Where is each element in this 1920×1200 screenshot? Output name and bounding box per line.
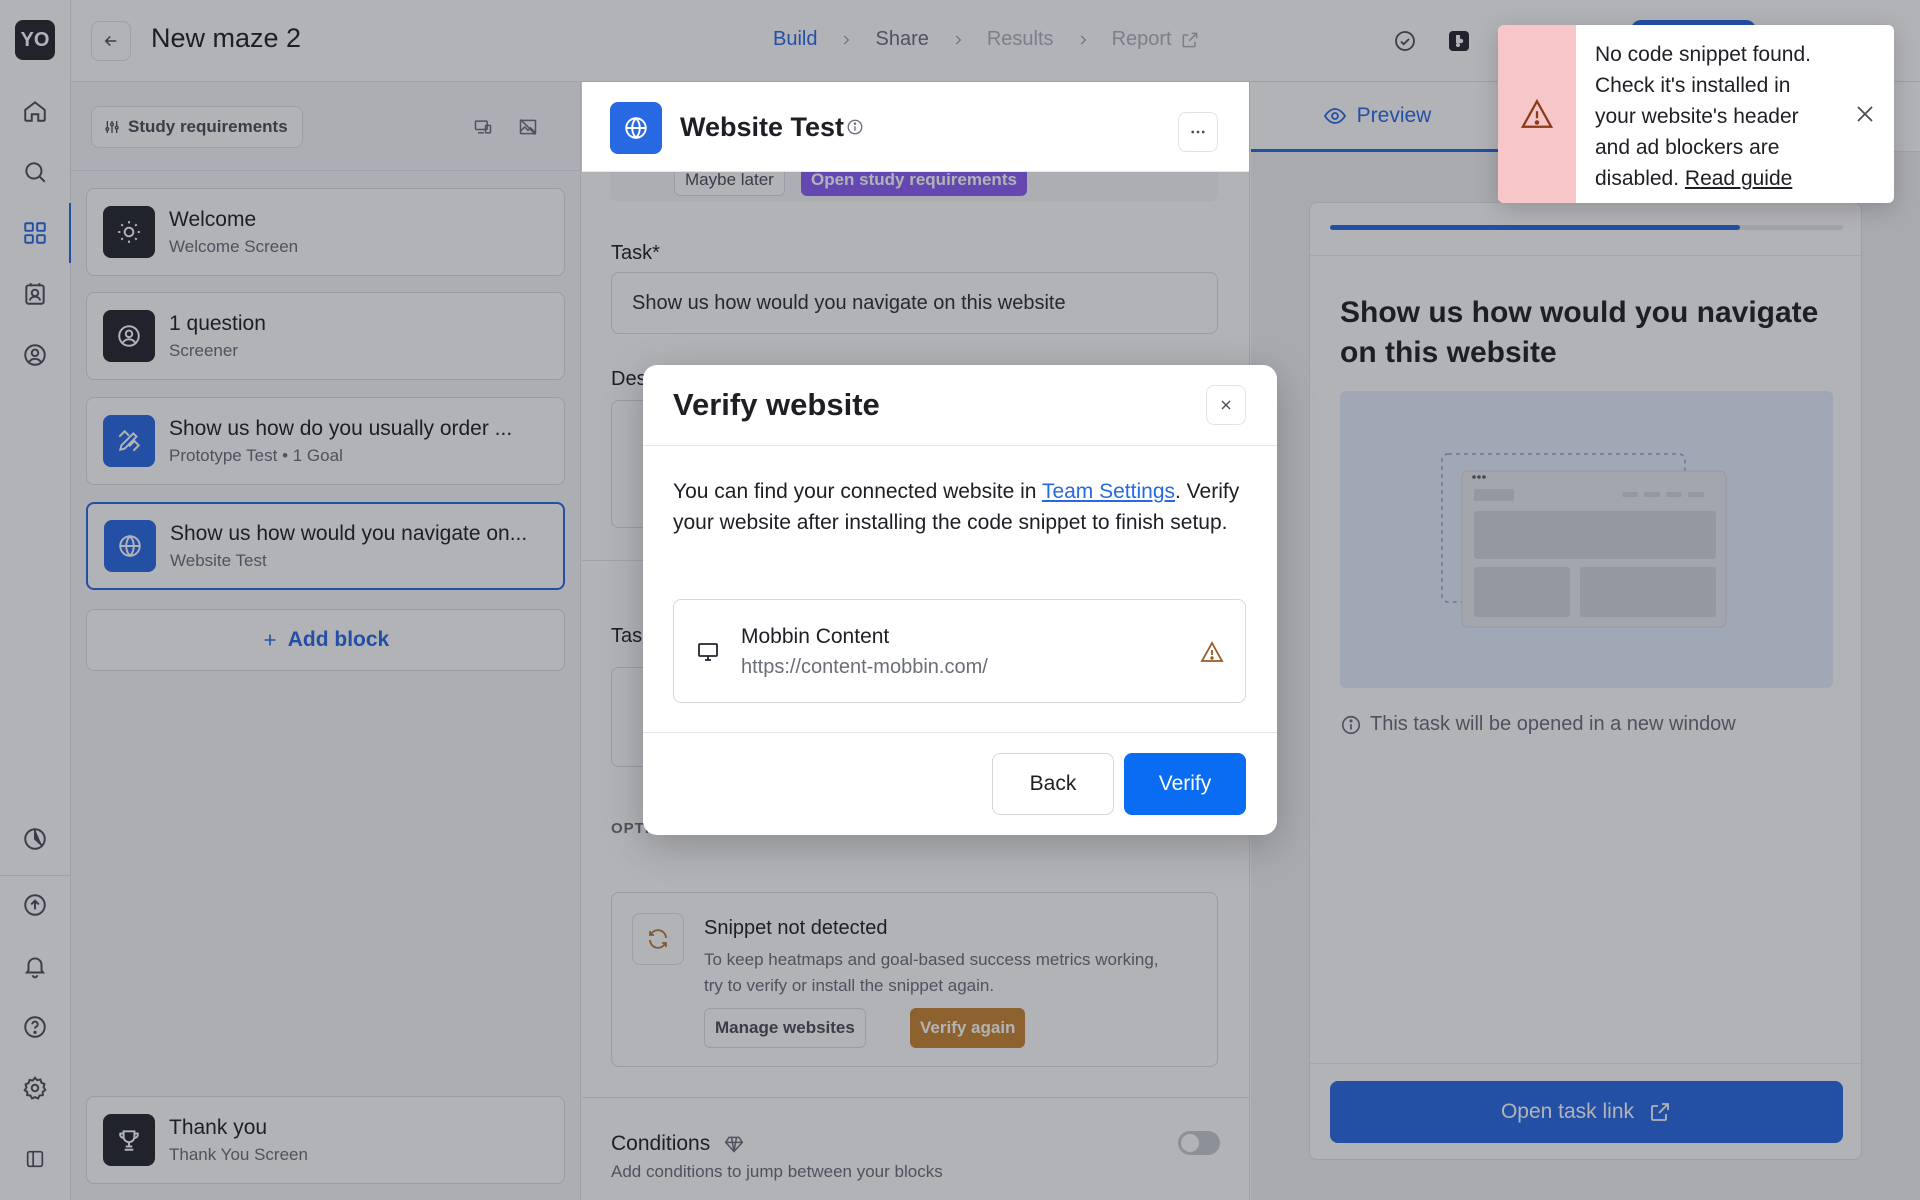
website-card[interactable]: Mobbin Content https://content-mobbin.co… <box>673 599 1246 703</box>
globe-icon <box>610 102 662 154</box>
monitor-icon <box>696 640 720 664</box>
dialog-desc-text: You can find your connected website in <box>673 480 1042 503</box>
editor-header: Website Test <box>582 82 1249 172</box>
warning-icon <box>1200 640 1224 664</box>
website-name: Mobbin Content <box>741 625 890 648</box>
toast-close-button[interactable] <box>1850 99 1880 129</box>
toast-message: No code snippet found. Check it's instal… <box>1595 39 1825 194</box>
dialog-title: Verify website <box>673 387 880 422</box>
verify-website-dialog: Verify website You can find your connect… <box>643 365 1277 835</box>
back-button[interactable]: Back <box>992 753 1114 815</box>
dialog-divider <box>643 732 1277 733</box>
more-options-button[interactable] <box>1178 112 1218 152</box>
read-guide-link[interactable]: Read guide <box>1685 167 1792 190</box>
close-icon <box>1221 400 1231 410</box>
error-toast: No code snippet found. Check it's instal… <box>1498 25 1894 203</box>
info-icon[interactable] <box>846 118 864 136</box>
warning-icon <box>1498 25 1576 203</box>
website-url: https://content-mobbin.com/ <box>741 656 988 678</box>
ellipsis-icon <box>1191 130 1205 134</box>
verify-button[interactable]: Verify <box>1124 753 1246 815</box>
close-icon <box>1857 106 1873 122</box>
dialog-divider <box>643 445 1277 446</box>
dialog-close-button[interactable] <box>1206 385 1246 425</box>
team-settings-link[interactable]: Team Settings <box>1042 480 1175 503</box>
dialog-description: You can find your connected website in T… <box>673 476 1253 538</box>
editor-title: Website Test <box>680 112 845 142</box>
